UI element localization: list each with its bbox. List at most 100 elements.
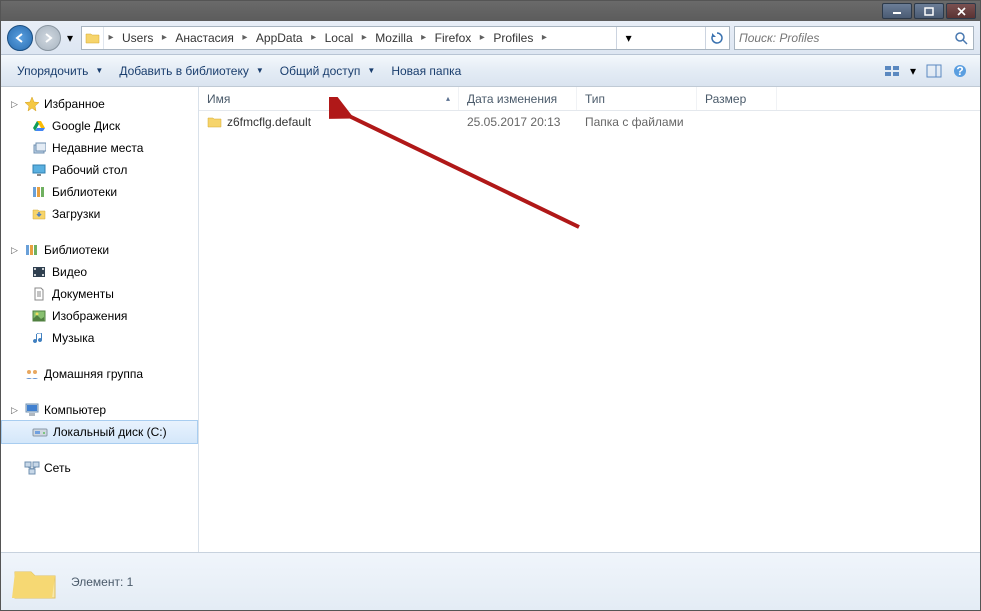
svg-text:?: ?: [956, 64, 963, 78]
back-button[interactable]: [7, 25, 33, 51]
network-header[interactable]: ▷Сеть: [1, 457, 198, 479]
homegroup-label: Домашняя группа: [44, 367, 143, 381]
network-icon: [24, 460, 40, 476]
libraries-icon: [24, 242, 40, 258]
crumb-sep-icon[interactable]: ▸: [537, 27, 551, 49]
nav-item-label: Документы: [52, 287, 114, 301]
close-button[interactable]: [946, 3, 976, 19]
computer-header[interactable]: ▷ Компьютер: [1, 399, 198, 421]
file-type: Папка с файлами: [577, 115, 697, 129]
list-item[interactable]: z6fmcflg.default 25.05.2017 20:13 Папка …: [199, 111, 980, 133]
crumb-sep-icon[interactable]: ▸: [307, 27, 321, 49]
new-folder-button[interactable]: Новая папка: [383, 61, 469, 81]
library-label: Добавить в библиотеку: [119, 64, 249, 78]
computer-label: Компьютер: [44, 403, 106, 417]
sidebar-item-videos[interactable]: Видео: [1, 261, 198, 283]
folder-large-icon: [11, 558, 59, 606]
minimize-button[interactable]: [882, 3, 912, 19]
libraries-icon: [31, 184, 47, 200]
nav-item-label: Загрузки: [52, 207, 100, 221]
expand-icon[interactable]: ▷: [9, 405, 20, 416]
share-button[interactable]: Общий доступ ▼: [272, 61, 384, 81]
refresh-button[interactable]: [705, 27, 729, 49]
crumb-firefox[interactable]: Firefox: [431, 27, 476, 49]
crumb-profiles[interactable]: Profiles: [489, 27, 537, 49]
drive-icon: [32, 424, 48, 440]
content-pane: Имя Дата изменения Тип Размер z6fmcflg.d…: [199, 87, 980, 552]
folder-root-icon[interactable]: [82, 27, 104, 49]
crumb-appdata[interactable]: AppData: [252, 27, 307, 49]
organize-button[interactable]: Упорядочить ▼: [9, 61, 111, 81]
include-library-button[interactable]: Добавить в библиотеку ▼: [111, 61, 271, 81]
details-text: Элемент: 1: [71, 575, 133, 589]
view-dropdown[interactable]: ▾: [906, 60, 920, 82]
sidebar-item-pictures[interactable]: Изображения: [1, 305, 198, 327]
star-icon: [24, 96, 40, 112]
column-date[interactable]: Дата изменения: [459, 87, 577, 110]
search-input[interactable]: [739, 31, 953, 45]
expand-icon[interactable]: ▷: [9, 99, 20, 110]
search-icon[interactable]: [953, 30, 969, 46]
column-name[interactable]: Имя: [199, 87, 459, 110]
file-list[interactable]: z6fmcflg.default 25.05.2017 20:13 Папка …: [199, 111, 980, 552]
share-label: Общий доступ: [280, 64, 361, 78]
expand-icon[interactable]: ▷: [9, 245, 20, 256]
sidebar-item-music[interactable]: Музыка: [1, 327, 198, 349]
music-icon: [31, 330, 47, 346]
addr-dropdown-button[interactable]: ▾: [616, 27, 640, 49]
computer-icon: [24, 402, 40, 418]
libraries-label: Библиотеки: [44, 243, 109, 257]
nav-item-label: Рабочий стол: [52, 163, 127, 177]
col-label: Имя: [207, 92, 230, 106]
nav-item-label: Видео: [52, 265, 87, 279]
organize-label: Упорядочить: [17, 64, 88, 78]
help-button[interactable]: ?: [948, 60, 972, 82]
picture-icon: [31, 308, 47, 324]
details-pane: Элемент: 1: [1, 552, 980, 610]
nav-item-label: Библиотеки: [52, 185, 117, 199]
forward-button[interactable]: [35, 25, 61, 51]
column-headers: Имя Дата изменения Тип Размер: [199, 87, 980, 111]
libraries-header[interactable]: ▷ Библиотеки: [1, 239, 198, 261]
recent-dropdown[interactable]: ▾: [63, 28, 77, 48]
crumb-mozilla[interactable]: Mozilla: [371, 27, 416, 49]
crumb-local[interactable]: Local: [321, 27, 358, 49]
address-bar[interactable]: ▸ Users▸ Анастасия▸ AppData▸ Local▸ Mozi…: [81, 26, 730, 50]
preview-pane-button[interactable]: [922, 60, 946, 82]
sidebar-item-libraries-fav[interactable]: Библиотеки: [1, 181, 198, 203]
sidebar-item-documents[interactable]: Документы: [1, 283, 198, 305]
crumb-sep-icon[interactable]: ▸: [238, 27, 252, 49]
crumb-user[interactable]: Анастасия: [171, 27, 238, 49]
homegroup-header[interactable]: ▷Домашняя группа: [1, 363, 198, 385]
maximize-button[interactable]: [914, 3, 944, 19]
column-type[interactable]: Тип: [577, 87, 697, 110]
nav-item-label: Локальный диск (C:): [53, 425, 167, 439]
chevron-down-icon: ▼: [95, 66, 103, 75]
crumb-sep-icon[interactable]: ▸: [417, 27, 431, 49]
recent-icon: [31, 140, 47, 156]
document-icon: [31, 286, 47, 302]
sidebar-item-desktop[interactable]: Рабочий стол: [1, 159, 198, 181]
crumb-sep-icon[interactable]: ▸: [157, 27, 171, 49]
crumb-users[interactable]: Users: [118, 27, 157, 49]
crumb-sep-icon[interactable]: ▸: [475, 27, 489, 49]
column-size[interactable]: Размер: [697, 87, 777, 110]
nav-item-label: Недавние места: [52, 141, 143, 155]
favorites-header[interactable]: ▷Избранное: [1, 93, 198, 115]
sidebar-item-recent[interactable]: Недавние места: [1, 137, 198, 159]
crumb-sep-icon[interactable]: ▸: [104, 27, 118, 49]
view-button[interactable]: [880, 60, 904, 82]
chevron-down-icon: ▼: [367, 66, 375, 75]
nav-item-label: Google Диск: [52, 119, 120, 133]
file-date: 25.05.2017 20:13: [459, 115, 577, 129]
crumb-sep-icon[interactable]: ▸: [357, 27, 371, 49]
gdrive-icon: [31, 118, 47, 134]
folder-icon: [207, 114, 223, 130]
search-box[interactable]: [734, 26, 974, 50]
sidebar-item-gdrive[interactable]: Google Диск: [1, 115, 198, 137]
sidebar-item-local-disk-c[interactable]: Локальный диск (C:): [1, 420, 198, 444]
chevron-down-icon: ▼: [256, 66, 264, 75]
nav-item-label: Музыка: [52, 331, 94, 345]
video-icon: [31, 264, 47, 280]
sidebar-item-downloads[interactable]: Загрузки: [1, 203, 198, 225]
